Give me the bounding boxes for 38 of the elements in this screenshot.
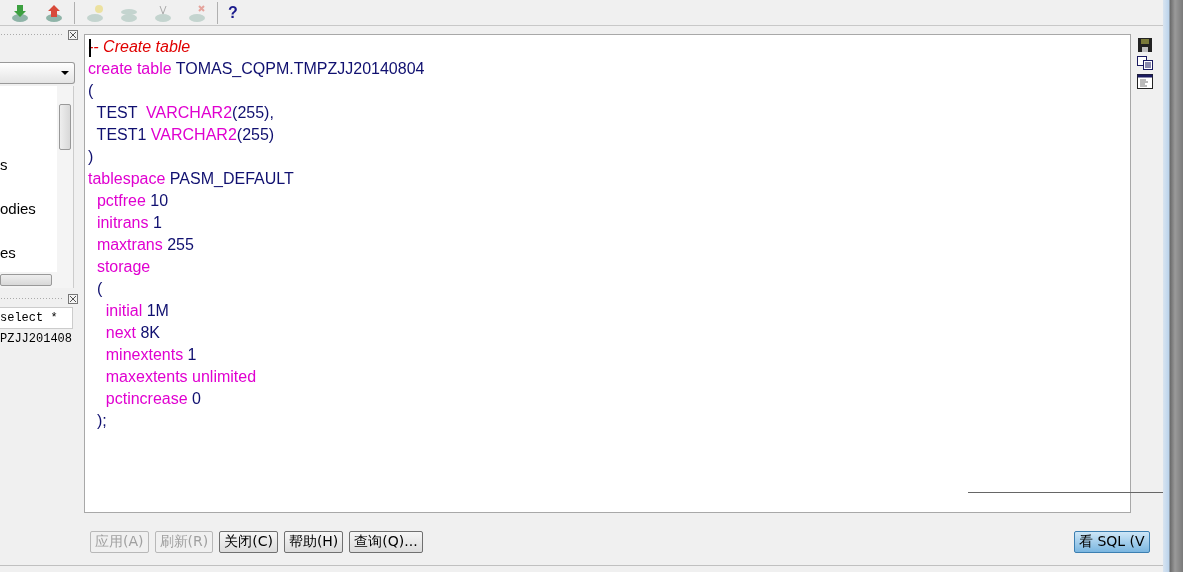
object-list-item[interactable]: s [0,156,8,173]
code-line: create table TOMAS_CQPM.TMPZJJ20140804 [88,59,426,79]
dropdown-arrow-icon[interactable] [60,70,70,76]
help-button[interactable]: ? [224,3,242,22]
code-line: maxextents unlimited [104,367,258,387]
save-icon[interactable] [1138,38,1152,52]
code-line: ); [95,411,108,431]
horizontal-scrollbar[interactable] [0,272,73,288]
close-icon[interactable] [68,30,78,40]
sql-history-row[interactable]: PZJJ201408 [0,329,73,349]
code-line: initrans 1 [95,213,163,233]
code-line: TEST VARCHAR2(255), [95,103,275,123]
code-line: minextents 1 [104,345,198,365]
dialog-button[interactable]: 关闭(C) [219,531,278,553]
database-icon[interactable] [9,2,31,23]
code-line: tablespace PASM_DEFAULT [88,169,295,189]
code-line: storage [95,257,152,277]
code-line: pctfree 10 [95,191,170,211]
dialog-button[interactable]: 帮助(H) [283,531,344,553]
code-line: ( [95,279,104,299]
sql-editor[interactable] [84,34,1131,513]
database-icon[interactable] [43,2,65,23]
code-line: ( [88,81,95,101]
code-line: maxtrans 255 [95,235,195,255]
vertical-scrollbar[interactable] [57,86,73,272]
view-sql-button[interactable]: 看 SQL (V [1074,531,1150,553]
code-line: next 8K [104,323,162,343]
window-icon[interactable] [1137,74,1153,89]
close-icon[interactable] [68,294,78,304]
code-line: ) [88,147,95,167]
object-list-item[interactable]: odies [0,200,36,217]
code-line: pctincrease 0 [104,389,202,409]
sql-history-row[interactable]: select * [0,307,73,329]
code-line: TEST1 VARCHAR2(255) [95,125,276,145]
code-line: initial 1M [104,301,170,321]
object-list-item[interactable]: es [0,244,16,261]
dialog-button[interactable]: 查询(Q)... [349,531,423,553]
copy-icon[interactable] [1137,56,1153,70]
